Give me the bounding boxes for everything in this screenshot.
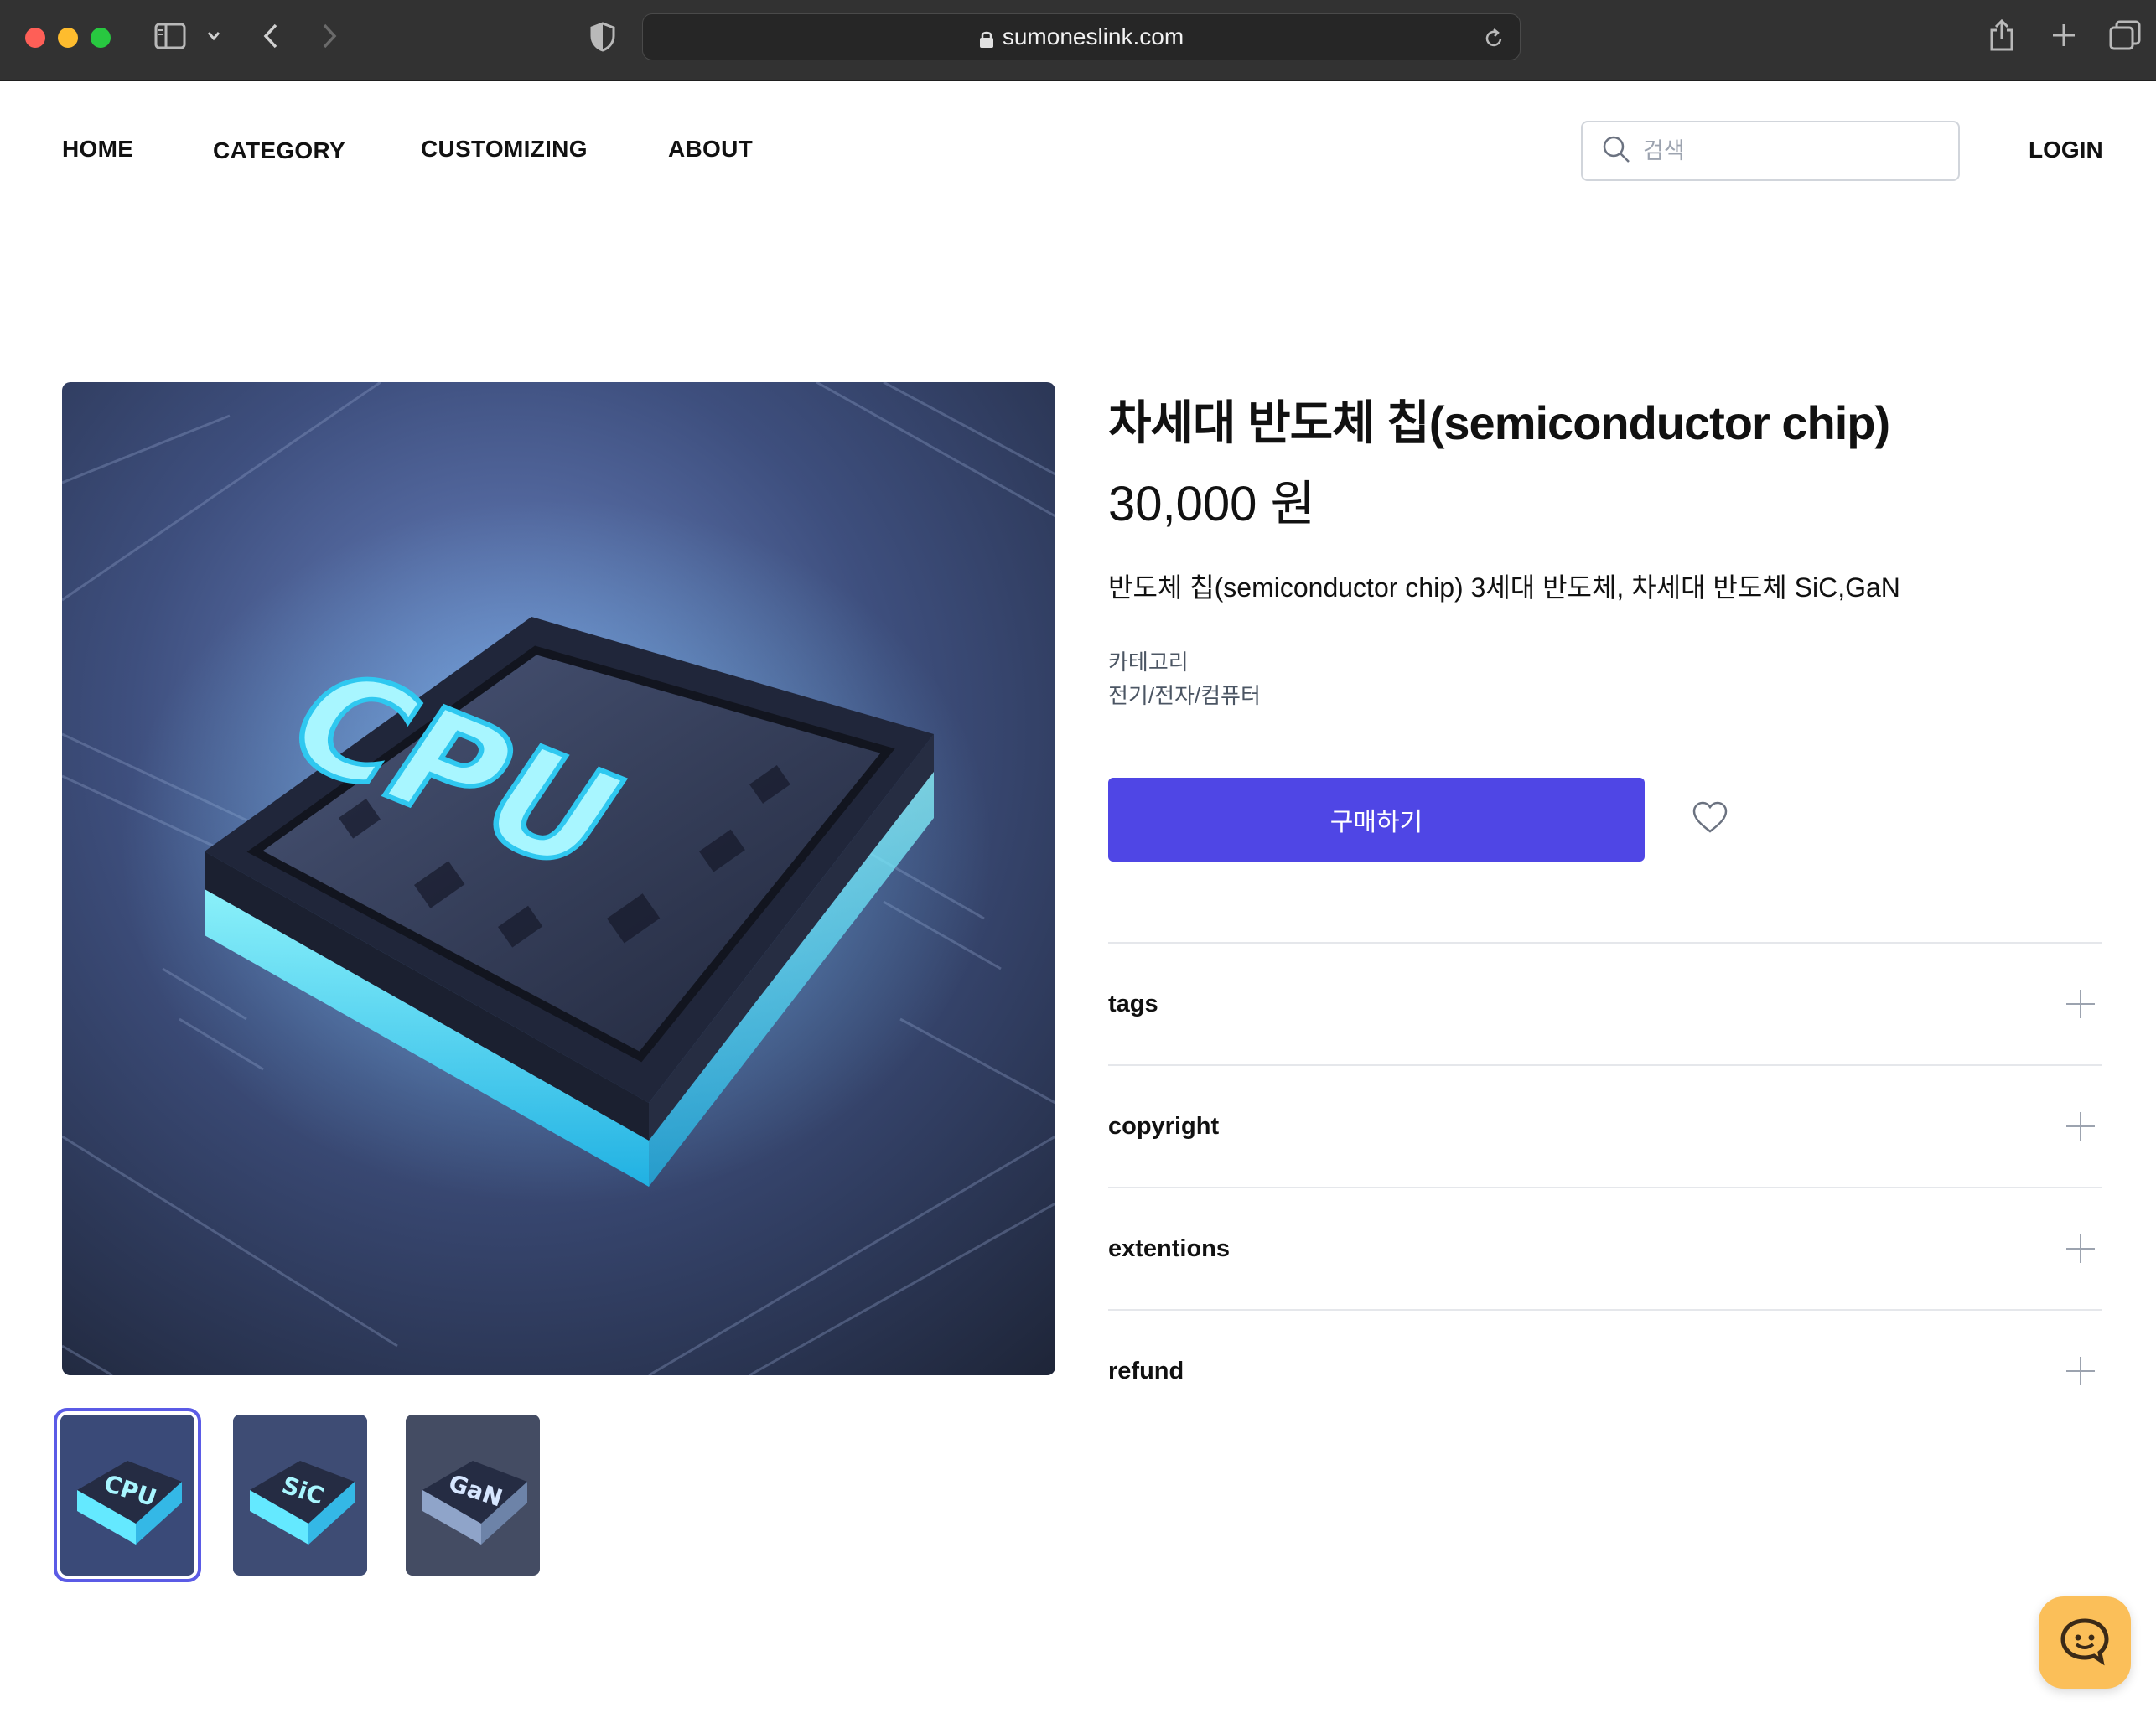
thumbnail-gan[interactable]: GaN [406,1415,540,1576]
accordion-copyright[interactable]: copyright [1108,1064,2102,1187]
new-tab-icon[interactable] [2050,22,2077,49]
heart-icon[interactable] [1692,801,1728,839]
product-title: 차세대 반도체 칩(semiconductor chip) [1108,396,1890,449]
product-main-image: CPU [62,382,1055,1375]
product-price: 30,000 원 [1108,477,1315,531]
url-text: sumoneslink.com [1002,23,1184,49]
category-label: 카테고리 [1108,649,1189,675]
sidebar-toggle-icon[interactable] [154,22,186,50]
accordion-extentions[interactable]: extentions [1108,1187,2102,1309]
privacy-shield-icon[interactable] [590,22,615,52]
plus-icon [2066,1234,2095,1263]
login-link[interactable]: LOGIN [2029,137,2103,163]
search-icon [1601,134,1631,168]
category-value: 전기/전자/컴퓨터 [1108,683,1261,708]
share-icon[interactable] [1988,18,2015,52]
close-window-button[interactable] [25,28,45,48]
accordion-label: tags [1108,990,1158,1017]
lock-icon [979,28,994,48]
maximize-window-button[interactable] [91,28,111,48]
accordion-label: extentions [1108,1234,1231,1262]
plus-icon [2066,1357,2095,1385]
nav-customizing[interactable]: CUSTOMIZING [421,136,588,163]
thumbnail-sic[interactable]: SiC [233,1415,367,1576]
nav-about[interactable]: ABOUT [668,136,753,163]
product-description: 반도체 칩(semiconductor chip) 3세대 반도체, 차세대 반… [1108,572,1900,603]
tab-overview-icon[interactable] [2109,20,2141,50]
back-arrow-icon[interactable] [262,22,280,50]
nav-category[interactable]: CATEGORY [213,137,345,164]
accordion-label: refund [1108,1357,1184,1384]
address-bar[interactable]: sumoneslink.com [642,13,1521,60]
accordion-refund[interactable]: refund [1108,1309,2102,1431]
forward-arrow-icon[interactable] [320,22,339,50]
plus-icon [2066,990,2095,1018]
accordion-tags[interactable]: tags [1108,942,2102,1064]
chat-button[interactable] [2039,1596,2131,1689]
chat-bubble-icon [2058,1616,2112,1670]
buy-button[interactable]: 구매하기 [1108,778,1645,862]
browser-toolbar: sumoneslink.com [0,0,2156,81]
accordion-label: copyright [1108,1112,1220,1140]
minimize-window-button[interactable] [58,28,78,48]
plus-icon [2066,1112,2095,1141]
reload-icon[interactable] [1483,26,1505,55]
search-box[interactable] [1581,121,1960,181]
thumbnail-cpu[interactable]: CPU [54,1408,201,1582]
search-input[interactable] [1643,137,1945,164]
nav-home[interactable]: HOME [62,136,133,163]
chevron-down-icon[interactable] [206,30,221,42]
